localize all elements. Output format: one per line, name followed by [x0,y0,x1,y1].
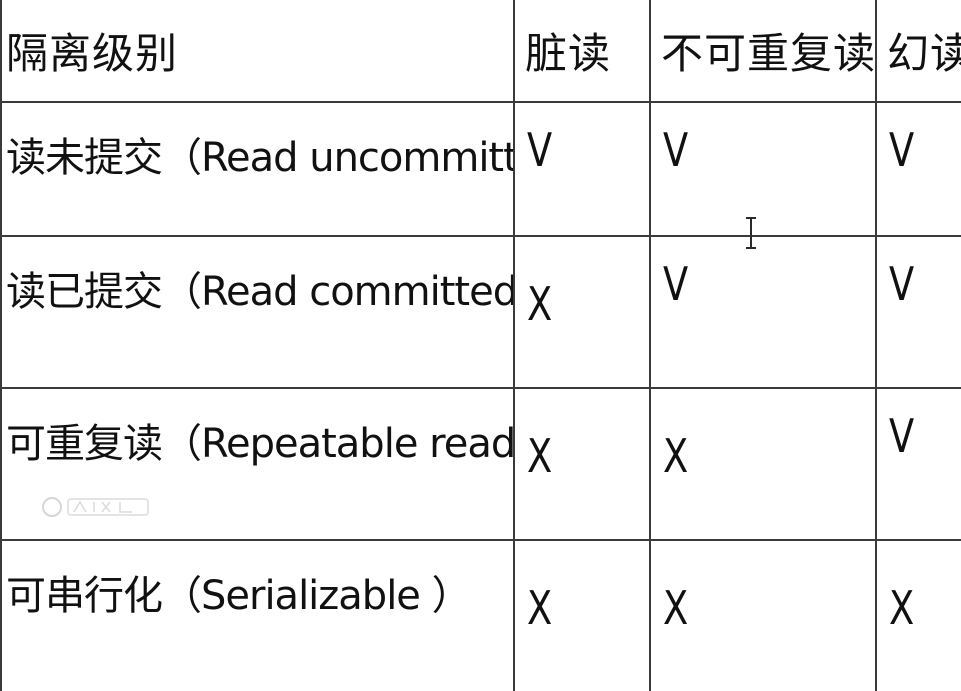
cell-dirty-read: X [513,235,651,389]
mark-value: V [527,123,553,177]
cell-non-repeatable-read: X [649,387,877,541]
baidu-watermark-icon [42,497,149,517]
table-header-row: 隔离级别 脏读 不可重复读 幻读 [0,0,961,103]
mark-value: V [889,123,915,177]
mark-value: V [663,257,689,311]
mark-value: X [663,429,689,483]
cell-dirty-read: X [513,539,651,691]
cell-phantom-read: V [875,387,961,541]
table-row: 可串行化（Serializable ） X X X [0,539,961,691]
mark-value: V [663,123,689,177]
cell-phantom-read: V [875,235,961,389]
cell-non-repeatable-read: V [649,101,877,237]
mark-value: X [527,581,553,635]
cell-non-repeatable-read: X [649,539,877,691]
text-cursor-icon [746,217,756,249]
header-isolation-level: 隔离级别 [0,0,515,103]
header-phantom-read: 幻读 [875,0,961,103]
isolation-level-table: 隔离级别 脏读 不可重复读 幻读 读未提交（Read uncommitted） … [0,0,961,691]
mark-value: X [889,581,915,635]
table-image: 隔离级别 脏读 不可重复读 幻读 读未提交（Read uncommitted） … [0,0,961,691]
mark-value: X [527,277,553,331]
cell-dirty-read: X [513,387,651,541]
cell-dirty-read: V [513,101,651,237]
row-level-read-uncommitted: 读未提交（Read uncommitted） [0,101,515,237]
mark-value: V [889,409,915,463]
table-row: 读未提交（Read uncommitted） V V V [0,101,961,237]
row-level-read-committed: 读已提交（Read committed） [0,235,515,389]
row-level-serializable: 可串行化（Serializable ） [0,539,515,691]
cell-non-repeatable-read: V [649,235,877,389]
table-row: 读已提交（Read committed） X V V [0,235,961,389]
mark-value: X [527,429,553,483]
header-non-repeatable-read: 不可重复读 [649,0,877,103]
cell-phantom-read: X [875,539,961,691]
mark-value: V [889,257,915,311]
mark-value: X [663,581,689,635]
header-dirty-read: 脏读 [513,0,651,103]
cell-phantom-read: V [875,101,961,237]
